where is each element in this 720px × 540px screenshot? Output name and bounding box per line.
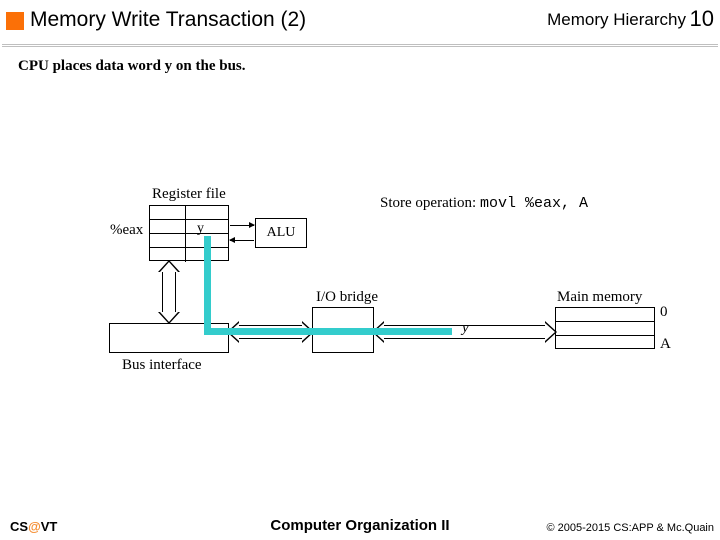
register-file-label: Register file: [152, 186, 226, 203]
y-cell-label: y: [197, 221, 204, 237]
store-code: movl %eax, A: [480, 195, 588, 212]
io-bridge-label: I/O bridge: [316, 289, 378, 306]
main-memory-box: [555, 307, 655, 349]
diagram: Register file %eax y ALU Store operation…: [0, 0, 720, 540]
store-prefix: Store operation:: [380, 195, 476, 211]
main-memory-label: Main memory: [557, 289, 642, 306]
data-path-highlight-icon: [204, 236, 211, 332]
y-on-bus-label: y: [462, 320, 469, 337]
bus-interface-label: Bus interface: [122, 357, 202, 374]
footer-right: © 2005-2015 CS:APP & Mc.Quain: [547, 522, 715, 534]
alu-box: ALU: [255, 218, 307, 248]
store-operation-label: Store operation: movl %eax, A: [380, 195, 588, 212]
alu-label: ALU: [267, 225, 296, 240]
regfile-to-alu-arrow-icon: [230, 225, 254, 226]
regfile-bus-arrow-icon: [162, 262, 176, 322]
alu-to-regfile-arrow-icon: [230, 240, 254, 241]
register-file-box: [149, 205, 229, 261]
eax-label: %eax: [110, 222, 143, 239]
mem-addr-0-label: 0: [660, 304, 668, 321]
data-path-highlight-icon: [204, 328, 452, 335]
mem-addr-a-label: A: [660, 336, 671, 353]
slide: Memory Write Transaction (2) Memory Hier…: [0, 0, 720, 540]
slide-footer: CS@VT Computer Organization II © 2005-20…: [0, 514, 720, 540]
